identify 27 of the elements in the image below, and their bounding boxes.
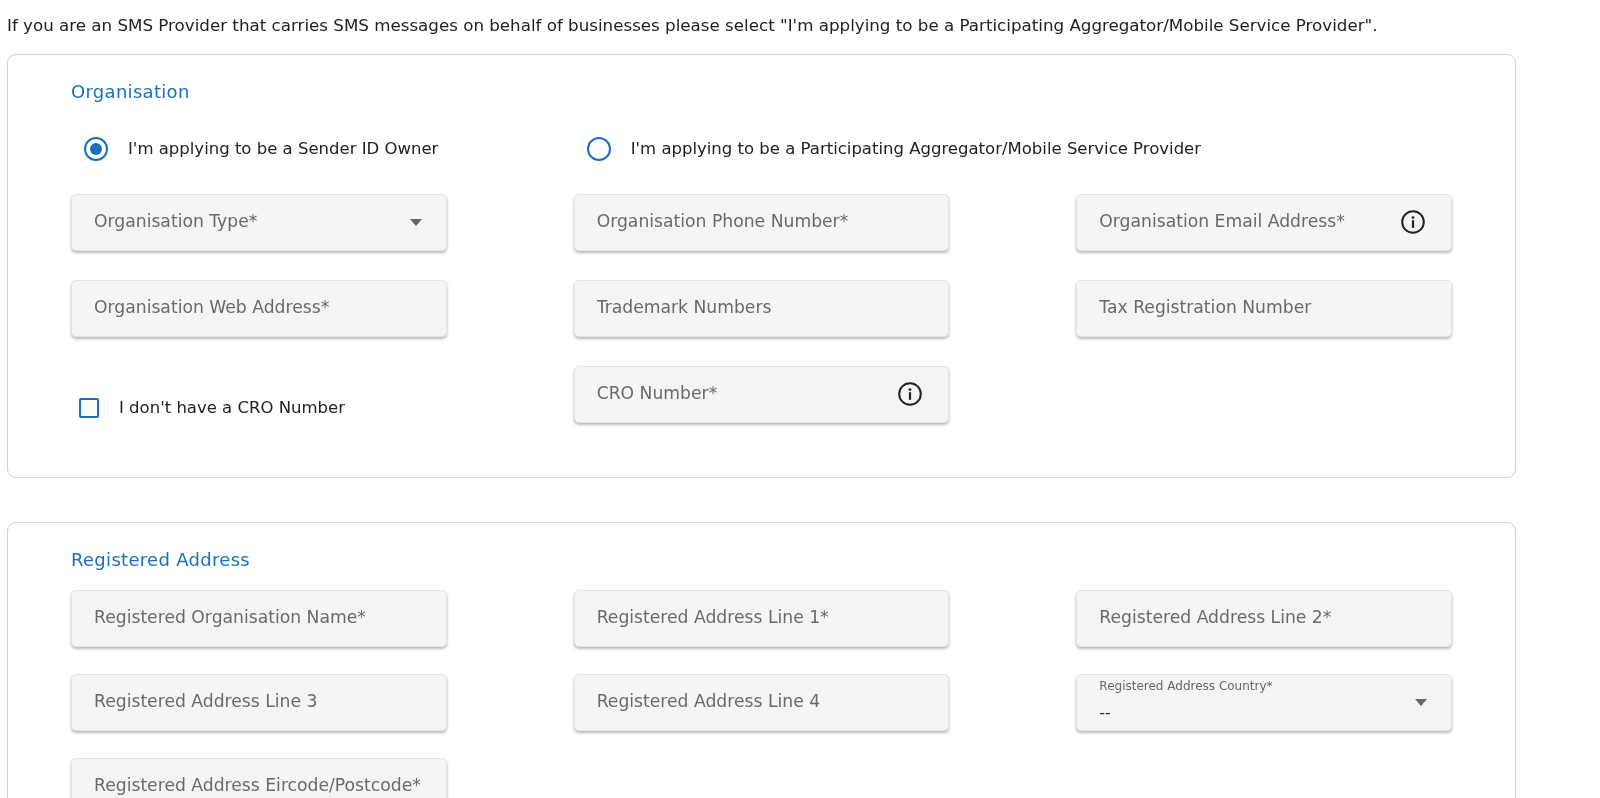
radio-label[interactable]: I'm applying to be a Sender ID Owner: [128, 138, 439, 160]
text-field[interactable]: Registered Organisation Name*: [71, 590, 447, 647]
intro-text: If you are an SMS Provider that carries SMS messages on behalf of businesses please select "I'm applying to be a Participating Aggregator/Mobile Service Provider".: [6, 14, 1378, 35]
section-title: Registered Address: [71, 549, 251, 571]
radio-button[interactable]: [586, 137, 611, 161]
text-field[interactable]: CRO Number*: [573, 366, 950, 423]
checkbox-label[interactable]: I don't have a CRO Number: [119, 397, 345, 419]
text-field[interactable]: Registered Address Line 2*: [1076, 590, 1452, 647]
text-field[interactable]: Organisation Phone Number*: [573, 194, 950, 251]
checkbox[interactable]: [79, 398, 99, 418]
radio-button[interactable]: [84, 137, 108, 161]
caret-icon: [1415, 699, 1427, 706]
dropdown-field[interactable]: Organisation Type*: [71, 194, 447, 251]
info-icon[interactable]: [1401, 210, 1425, 234]
text-field[interactable]: Registered Address Eircode/Postcode*: [71, 758, 447, 798]
text-field[interactable]: Registered Address Line 4: [573, 674, 950, 731]
section-title: Organisation: [71, 81, 190, 103]
text-field[interactable]: Organisation Email Address*: [1076, 194, 1452, 251]
dropdown-field[interactable]: Registered Address Country* --: [1076, 674, 1452, 731]
text-field[interactable]: Organisation Web Address*: [71, 280, 447, 337]
radio-label[interactable]: I'm applying to be a Participating Aggregator/Mobile Service Provider: [630, 138, 1202, 160]
text-field[interactable]: Registered Address Line 3: [71, 674, 447, 731]
text-field[interactable]: Trademark Numbers: [573, 280, 950, 337]
text-field[interactable]: Tax Registration Number: [1076, 280, 1452, 337]
text-field[interactable]: Registered Address Line 1*: [573, 590, 950, 647]
caret-icon: [409, 219, 422, 226]
info-icon[interactable]: [898, 382, 923, 406]
